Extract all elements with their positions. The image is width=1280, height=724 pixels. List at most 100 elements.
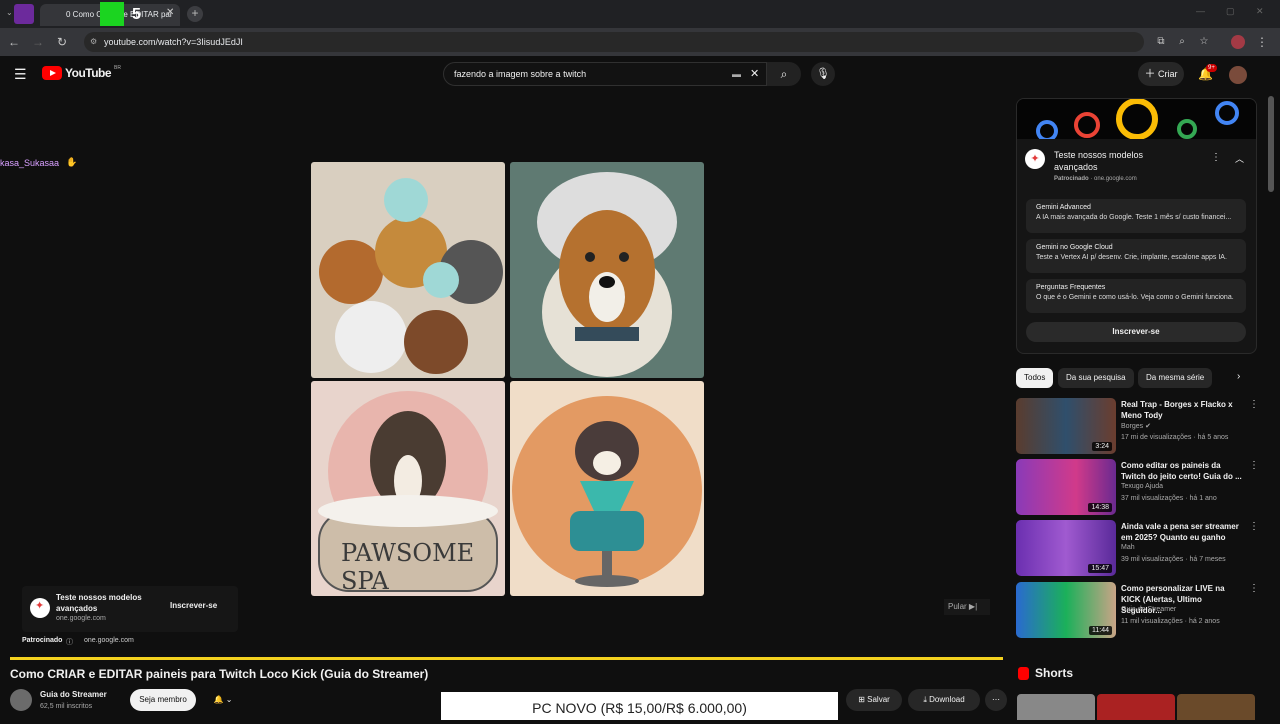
join-button[interactable]: Seja membro bbox=[130, 689, 196, 711]
download-icon: ⤓ bbox=[923, 695, 927, 704]
info-icon[interactable]: ⓘ bbox=[66, 637, 73, 647]
skip-button[interactable]: Pular ▶| bbox=[944, 599, 990, 615]
notification-bell-button[interactable]: 🔔 ⌄ bbox=[203, 689, 243, 711]
list-item[interactable]: 14:38 Como editar os paineis da Twitch d… bbox=[1016, 459, 1266, 515]
related-channel: Mah bbox=[1121, 544, 1135, 551]
video-thumbnail[interactable]: 15:47 bbox=[1016, 520, 1116, 576]
ad-card-title: Teste nossos modelos avançados bbox=[1054, 150, 1144, 172]
related-channel: Texugo Ajuda bbox=[1121, 483, 1164, 490]
ad-row-title: Perguntas Frequentes bbox=[1036, 284, 1106, 291]
more-actions-button[interactable]: ⋯ bbox=[985, 689, 1007, 711]
duration-badge: 3:24 bbox=[1092, 442, 1112, 451]
chat-username: kasa_Sukasaa bbox=[0, 158, 60, 168]
keyboard-icon[interactable]: ▬ bbox=[732, 63, 741, 85]
video-thumbnail[interactable]: 14:38 bbox=[1016, 459, 1116, 515]
browser-tab-bar: ⌄ 0 0 Como CRIAR e EDITAR pai 5 ✕ + — ▢ … bbox=[0, 0, 1280, 28]
video-thumbnail[interactable]: 11:44 bbox=[1016, 582, 1116, 638]
download-button[interactable]: ⤓ Download bbox=[908, 689, 980, 711]
bookmark-star-icon[interactable]: ☆ bbox=[1195, 33, 1213, 51]
close-tab-icon[interactable]: ✕ bbox=[166, 7, 174, 18]
youtube-play-icon bbox=[42, 66, 62, 80]
create-button[interactable]: ＋ Criar bbox=[1138, 62, 1184, 86]
search-button[interactable]: ⌕ bbox=[767, 62, 801, 86]
page-scrollbar[interactable] bbox=[1268, 96, 1274, 192]
chip-from-search[interactable]: Da sua pesquisa bbox=[1058, 368, 1134, 388]
zoom-icon[interactable]: ⌕ bbox=[1173, 33, 1191, 51]
download-label: Download bbox=[929, 695, 965, 704]
shorts-thumb[interactable] bbox=[1097, 694, 1175, 720]
spa-text: PAWSOME SPA bbox=[341, 539, 475, 595]
address-bar[interactable]: ⚙ youtube.com/watch?v=3IisudJEdJI bbox=[84, 32, 1144, 52]
back-icon[interactable]: ← bbox=[5, 33, 23, 51]
stream-goal-banner: PC NOVO (R$ 15,00/R$ 6.000,00) bbox=[441, 692, 838, 720]
ad-card-sponsored: Patrocinado · one.google.com bbox=[1054, 176, 1137, 182]
ad-overlay-subscribe-button[interactable]: Inscrever-se bbox=[170, 601, 217, 610]
ad-row-faq[interactable]: Perguntas Frequentes O que é o Gemini e … bbox=[1026, 279, 1246, 313]
ad-row-title: Gemini no Google Cloud bbox=[1036, 244, 1113, 251]
ad-row-gemini-advanced[interactable]: Gemini Advanced A IA mais avançada do Go… bbox=[1026, 199, 1246, 233]
shorts-thumb[interactable] bbox=[1017, 694, 1095, 720]
more-icon[interactable]: ⋮ bbox=[1249, 583, 1259, 594]
site-info-icon[interactable]: ⚙ bbox=[90, 32, 97, 52]
video-thumbnail[interactable]: 3:24 bbox=[1016, 398, 1116, 454]
youtube-logo[interactable]: YouTube BR bbox=[42, 65, 121, 80]
dog-portrait-image bbox=[510, 162, 704, 378]
video-progress-bar[interactable] bbox=[10, 657, 1003, 660]
overlay-char-5: 5 bbox=[132, 6, 141, 23]
related-title: Ainda vale a pena ser streamer em 2025? … bbox=[1121, 522, 1239, 542]
ad-row-desc: A IA mais avançada do Google. Teste 1 mê… bbox=[1036, 214, 1232, 221]
chip-same-series[interactable]: Da mesma série bbox=[1138, 368, 1213, 388]
shorts-icon bbox=[1018, 667, 1029, 680]
related-channel: Guia do Streamer bbox=[1121, 606, 1177, 613]
forward-icon[interactable]: → bbox=[29, 33, 47, 51]
chips-next-icon[interactable]: › bbox=[1237, 371, 1240, 382]
channel-avatar[interactable] bbox=[10, 689, 32, 711]
close-window-icon[interactable]: ✕ bbox=[1256, 6, 1264, 17]
shorts-thumb[interactable] bbox=[1177, 694, 1255, 720]
clear-search-icon[interactable]: ✕ bbox=[750, 63, 759, 85]
search-value: fazendo a imagem sobre a twitch bbox=[454, 69, 587, 79]
cast-icon[interactable]: ⧉ bbox=[1152, 33, 1170, 51]
video-ad-overlay[interactable]: ✦ Teste nossos modelos avançados one.goo… bbox=[22, 586, 238, 632]
verified-icon: ✔ bbox=[1145, 423, 1152, 430]
related-meta: 39 mil visualizações · há 7 meses bbox=[1121, 556, 1226, 563]
voice-search-button[interactable]: 🎙 bbox=[811, 62, 835, 86]
ad-overlay-title: Teste nossos modelos avançados bbox=[56, 593, 142, 613]
minimize-icon[interactable]: — bbox=[1196, 6, 1205, 16]
gemini-star-icon: ✦ bbox=[35, 600, 45, 612]
logo-text: YouTube bbox=[65, 66, 112, 80]
chip-all[interactable]: Todos bbox=[1016, 368, 1054, 388]
more-icon[interactable]: ⋮ bbox=[1249, 460, 1259, 471]
more-icon[interactable]: ⋮ bbox=[1249, 521, 1259, 532]
menu-icon[interactable]: ☰ bbox=[14, 66, 27, 83]
profile-avatar[interactable] bbox=[1231, 35, 1245, 49]
reload-icon[interactable]: ↻ bbox=[53, 33, 71, 51]
ad-card-domain: one.google.com bbox=[1094, 176, 1137, 182]
pawsome-spa-image: PAWSOME SPA bbox=[311, 381, 505, 596]
list-item[interactable]: 11:44 Como personalizar LIVE na KICK (Al… bbox=[1016, 582, 1266, 638]
related-meta: 37 mil visualizações · há 1 ano bbox=[1121, 495, 1217, 502]
related-title: Real Trap - Borges x Flacko x Meno Tody bbox=[1121, 400, 1233, 420]
ad-card-subscribe-button[interactable]: Inscrever-se bbox=[1026, 322, 1246, 342]
channel-name[interactable]: Guia do Streamer bbox=[40, 690, 107, 699]
maximize-icon[interactable]: ▢ bbox=[1226, 6, 1235, 17]
ad-card-more-icon[interactable]: ⋮ bbox=[1211, 152, 1221, 163]
new-tab-button[interactable]: + bbox=[187, 6, 203, 22]
list-item[interactable]: 3:24 Real Trap - Borges x Flacko x Meno … bbox=[1016, 398, 1266, 454]
ad-row-gemini-cloud[interactable]: Gemini no Google Cloud Teste a Vertex AI… bbox=[1026, 239, 1246, 273]
ad-row-desc: O que é o Gemini e como usá-lo. Veja com… bbox=[1036, 294, 1234, 301]
tab-search-icon[interactable]: ⌄ bbox=[6, 8, 13, 17]
dog-image-group bbox=[311, 162, 505, 378]
list-item[interactable]: 15:47 Ainda vale a pena ser streamer em … bbox=[1016, 520, 1266, 576]
search-input[interactable]: fazendo a imagem sobre a twitch ▬ ✕ bbox=[443, 62, 767, 86]
ad-overlay-domain: one.google.com bbox=[56, 615, 106, 622]
account-avatar[interactable] bbox=[1229, 66, 1247, 84]
video-title: Como CRIAR e EDITAR paineis para Twitch … bbox=[10, 667, 429, 681]
save-button[interactable]: ⊞ Salvar bbox=[846, 689, 902, 711]
mic-icon: 🎙 bbox=[816, 68, 830, 80]
dog-salon-image bbox=[510, 381, 704, 596]
more-icon[interactable]: ⋮ bbox=[1249, 399, 1259, 410]
chrome-menu-icon[interactable]: ⋮ bbox=[1253, 33, 1271, 51]
sponsored-domain: one.google.com bbox=[84, 637, 134, 644]
collapse-chevron-icon[interactable]: ︿ bbox=[1235, 152, 1244, 165]
